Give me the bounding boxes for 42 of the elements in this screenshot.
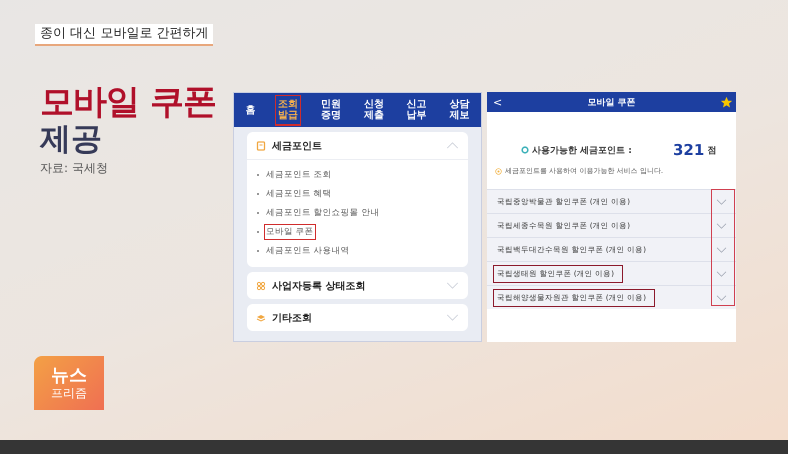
back-button[interactable]: < <box>493 96 502 108</box>
logo-subtitle: 프리즘 <box>51 386 87 400</box>
menu-link[interactable]: 세금포인트 조회 <box>264 166 334 182</box>
menu-link[interactable]: 세금포인트 혜택 <box>264 186 334 202</box>
section-title: 기타조회 <box>272 312 313 324</box>
headline-accent: 모바일 쿠폰 <box>40 82 217 122</box>
section-header[interactable]: 기타조회 <box>247 304 468 331</box>
points-label: 사용가능한 세금포인트 : <box>532 144 633 156</box>
section-title: 세금포인트 <box>272 140 323 152</box>
section-title: 사업자등록 상태조회 <box>272 280 366 292</box>
menu-link[interactable]: 모바일 쿠폰 <box>264 224 316 240</box>
headline: 제공 <box>40 122 103 156</box>
chevron-icon <box>446 314 459 321</box>
logo-title: 뉴스 <box>51 366 87 386</box>
nav-tab[interactable]: 상담 제보 <box>446 95 473 125</box>
nav-tab[interactable]: 홈 <box>242 100 258 120</box>
grid-icon <box>256 280 266 290</box>
menu-link[interactable]: 세금포인트 사용내역 <box>264 242 352 258</box>
chevron-icon[interactable] <box>716 198 727 204</box>
nav-tab[interactable]: 신청 제출 <box>360 95 387 125</box>
chevron-icon <box>446 282 459 289</box>
nav-tab[interactable]: 민원 증명 <box>318 95 344 125</box>
nav-tab[interactable]: 신고 납부 <box>404 95 430 125</box>
star-icon[interactable] <box>721 96 732 108</box>
nav-tab[interactable]: 조회 발급 <box>275 94 302 126</box>
info-icon <box>495 168 502 174</box>
circle-icon <box>521 146 529 154</box>
note-icon <box>256 140 266 150</box>
chevron-icon[interactable] <box>716 222 727 228</box>
source-credit: 자료: 국세청 <box>40 160 109 177</box>
screen-title: 모바일 쿠폰 <box>586 96 637 108</box>
chevron-icon[interactable] <box>716 294 727 300</box>
menu-link[interactable]: 세금포인트 할인쇼핑몰 안내 <box>264 204 382 220</box>
chevron-icon <box>446 142 459 149</box>
section-header[interactable]: 사업자등록 상태조회 <box>247 272 468 299</box>
chevron-icon[interactable] <box>716 270 727 276</box>
chevron-icon[interactable] <box>716 246 727 252</box>
layers-icon <box>256 312 266 322</box>
points-value: 321 <box>673 141 704 159</box>
caption-banner: 종이 대신 모바일로 간편하게 <box>35 24 214 46</box>
section-header[interactable]: 세금포인트 <box>247 132 468 160</box>
points-unit: 점 <box>707 144 716 156</box>
